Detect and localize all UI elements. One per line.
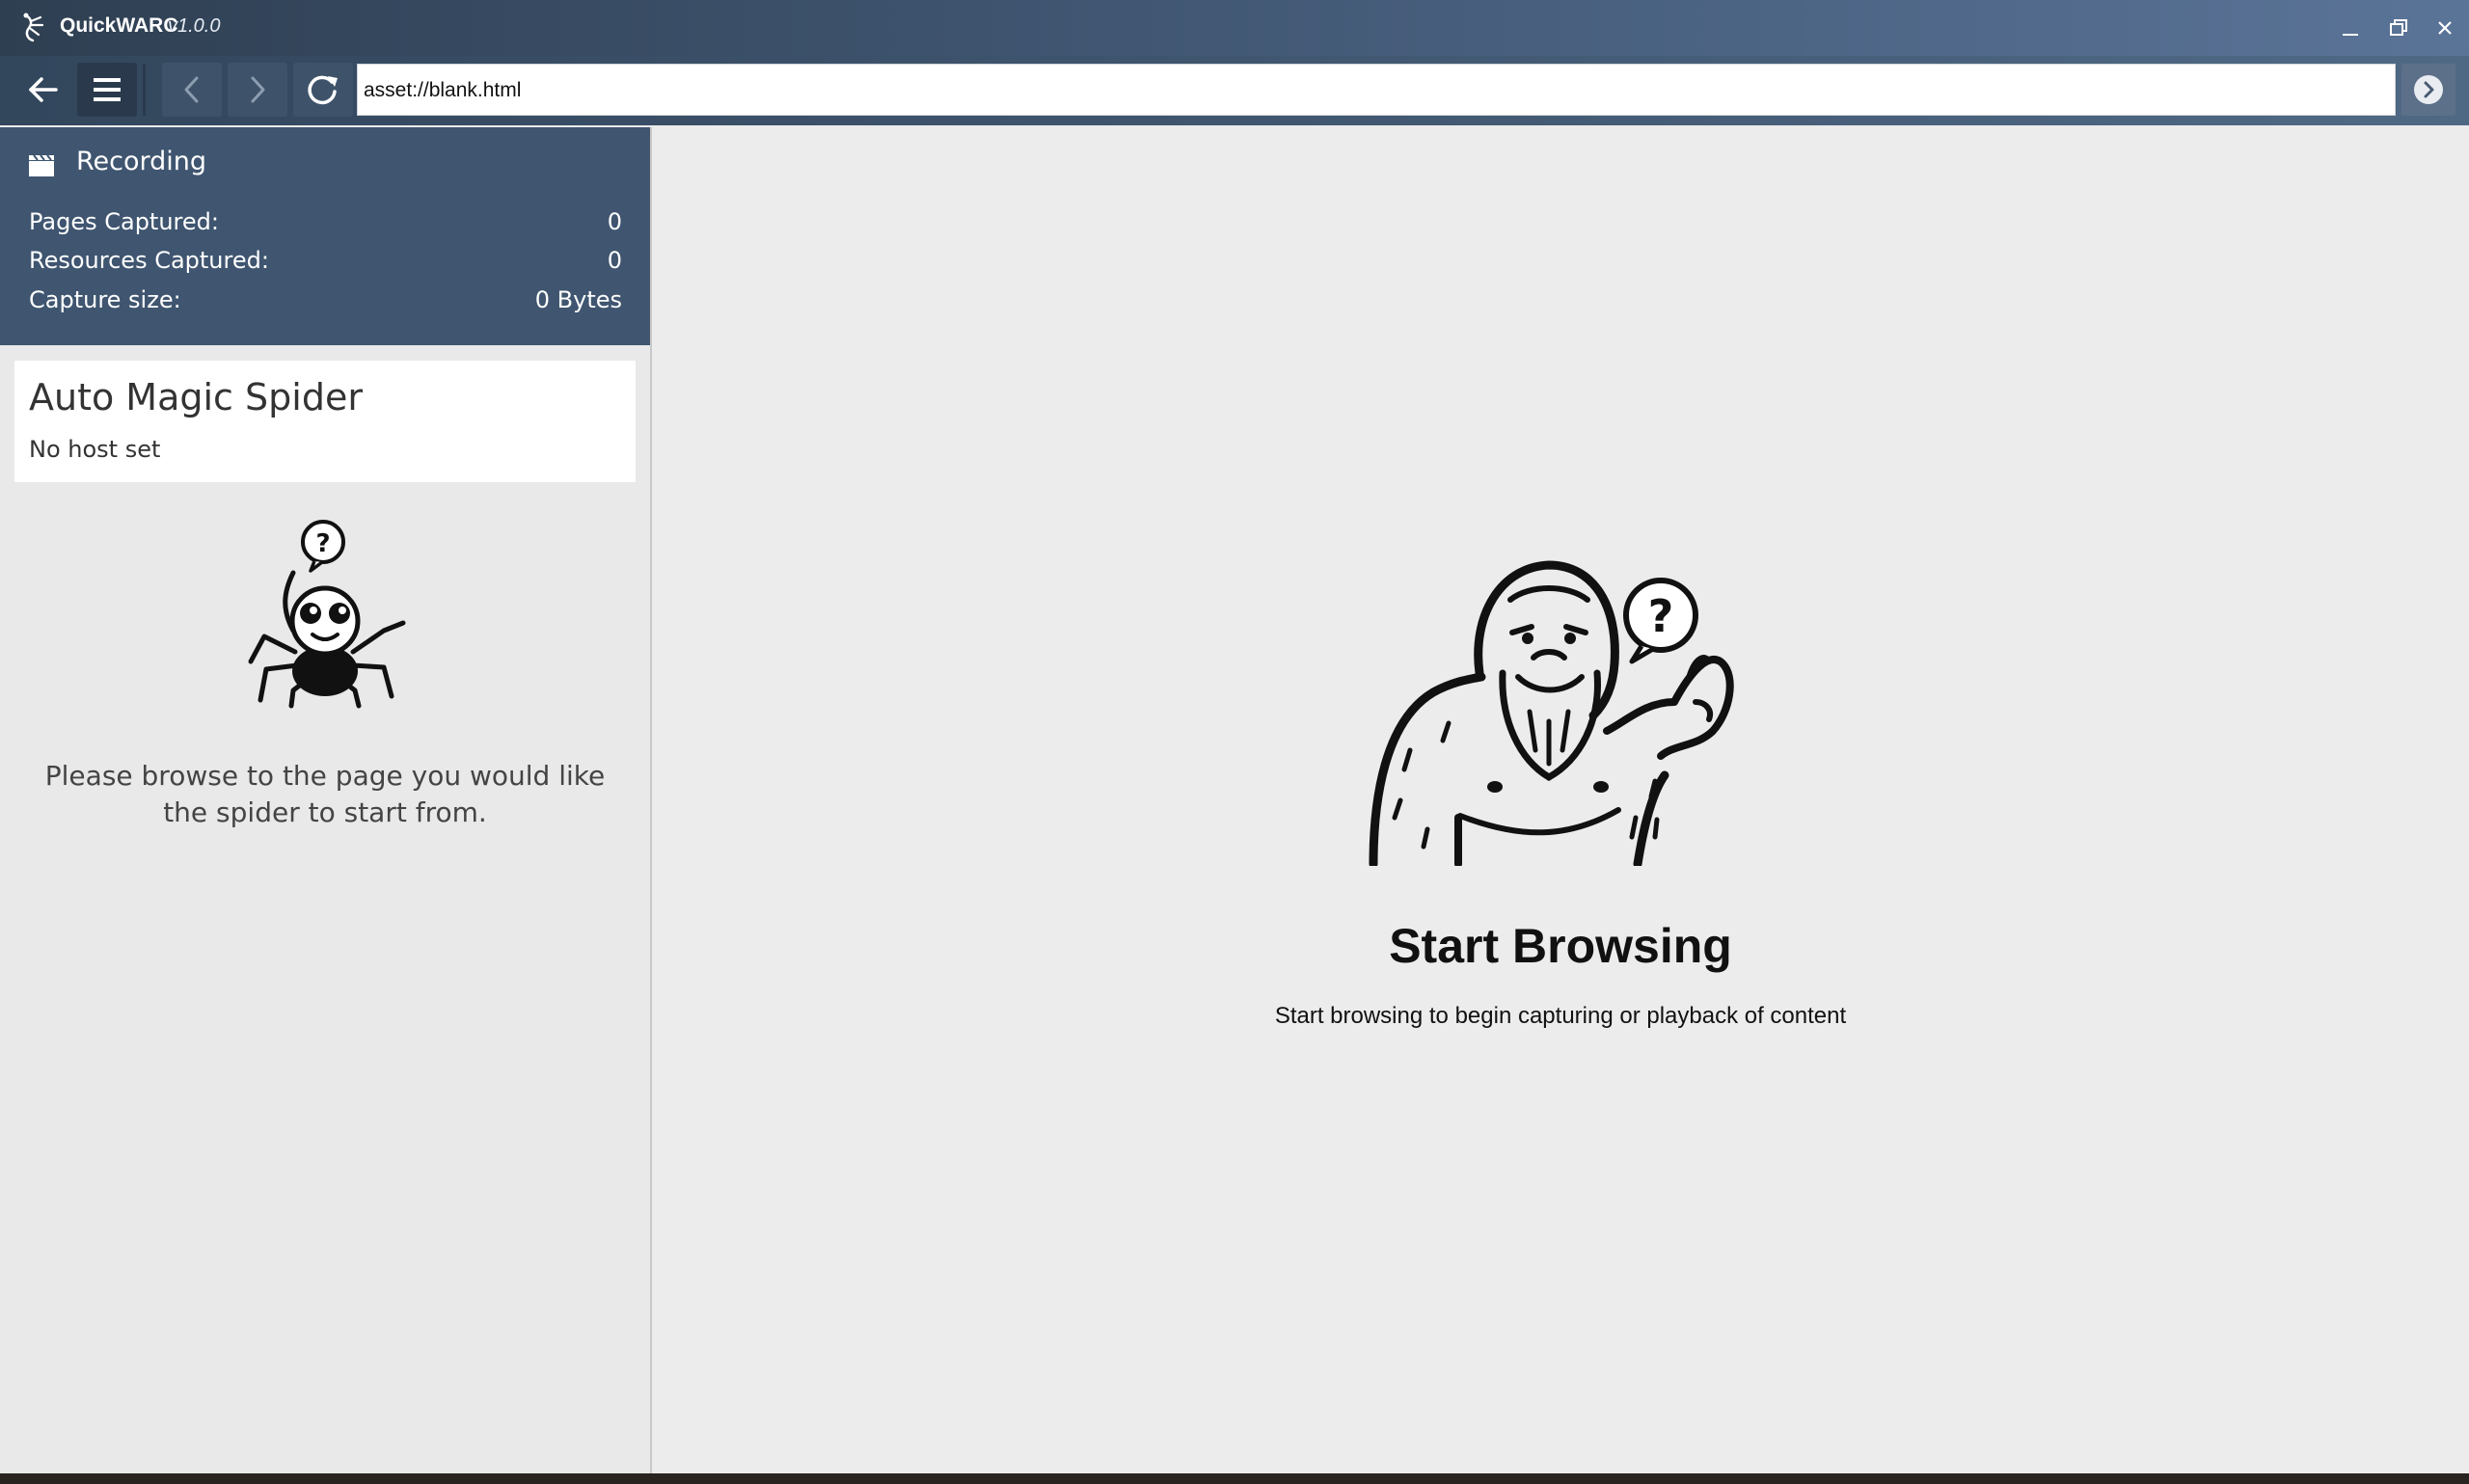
arrow-left-icon	[29, 77, 58, 102]
start-browsing-title: Start Browsing	[1389, 919, 1732, 973]
capture-size-label: Capture size:	[29, 286, 181, 313]
restore-icon[interactable]	[2384, 13, 2413, 42]
app-title: QuickWARC	[60, 14, 178, 37]
hamburger-icon	[94, 78, 121, 101]
reload-button[interactable]	[293, 63, 353, 117]
url-input[interactable]	[362, 65, 2391, 117]
svg-text:?: ?	[1648, 590, 1674, 642]
taskbar-edge	[0, 1473, 2469, 1484]
sasquatch-illustration: ?	[1369, 560, 1734, 866]
menu-button[interactable]	[77, 63, 137, 117]
resources-captured-label: Resources Captured:	[29, 247, 269, 274]
spider-title: Auto Magic Spider	[29, 376, 363, 418]
history-forward-button[interactable]	[228, 63, 287, 117]
app-version: v1.0.0	[168, 15, 221, 37]
pages-captured-value: 0	[607, 208, 622, 235]
go-arrow-icon	[2414, 75, 2443, 104]
toolbar	[0, 56, 2469, 125]
spider-host: No host set	[29, 436, 161, 463]
resources-captured-value: 0	[607, 247, 622, 274]
spider-instructions: Please browse to the page you would like…	[44, 760, 606, 828]
toolbar-divider	[143, 64, 146, 116]
pages-captured-label: Pages Captured:	[29, 208, 219, 235]
spider-card: Auto Magic Spider No host set	[14, 361, 636, 482]
address-bar[interactable]	[357, 64, 2396, 117]
reload-icon	[308, 75, 338, 105]
title-bar: QuickWARC v1.0.0	[0, 0, 2469, 56]
clapperboard-icon	[29, 154, 54, 176]
browser-content: ? Start Browsing Start browsing to begin…	[652, 127, 2469, 1473]
chevron-left-icon	[184, 76, 199, 103]
history-back-button[interactable]	[162, 63, 222, 117]
start-browsing-subtitle: Start browsing to begin capturing or pla…	[1274, 1003, 1847, 1029]
back-button[interactable]	[12, 63, 71, 117]
close-icon[interactable]	[2430, 13, 2459, 42]
minimize-icon[interactable]	[2336, 13, 2365, 42]
go-button[interactable]	[2401, 64, 2455, 116]
capture-size-value: 0 Bytes	[534, 286, 622, 313]
chevron-right-icon	[251, 76, 265, 103]
spider-illustration: ?	[248, 520, 406, 709]
recording-panel: Recording Pages Captured: 0 Resources Ca…	[0, 127, 650, 345]
sidebar: Recording Pages Captured: 0 Resources Ca…	[0, 127, 652, 1473]
recording-title: Recording	[76, 147, 207, 176]
app-logo-icon	[23, 13, 44, 42]
svg-text:?: ?	[315, 529, 330, 558]
